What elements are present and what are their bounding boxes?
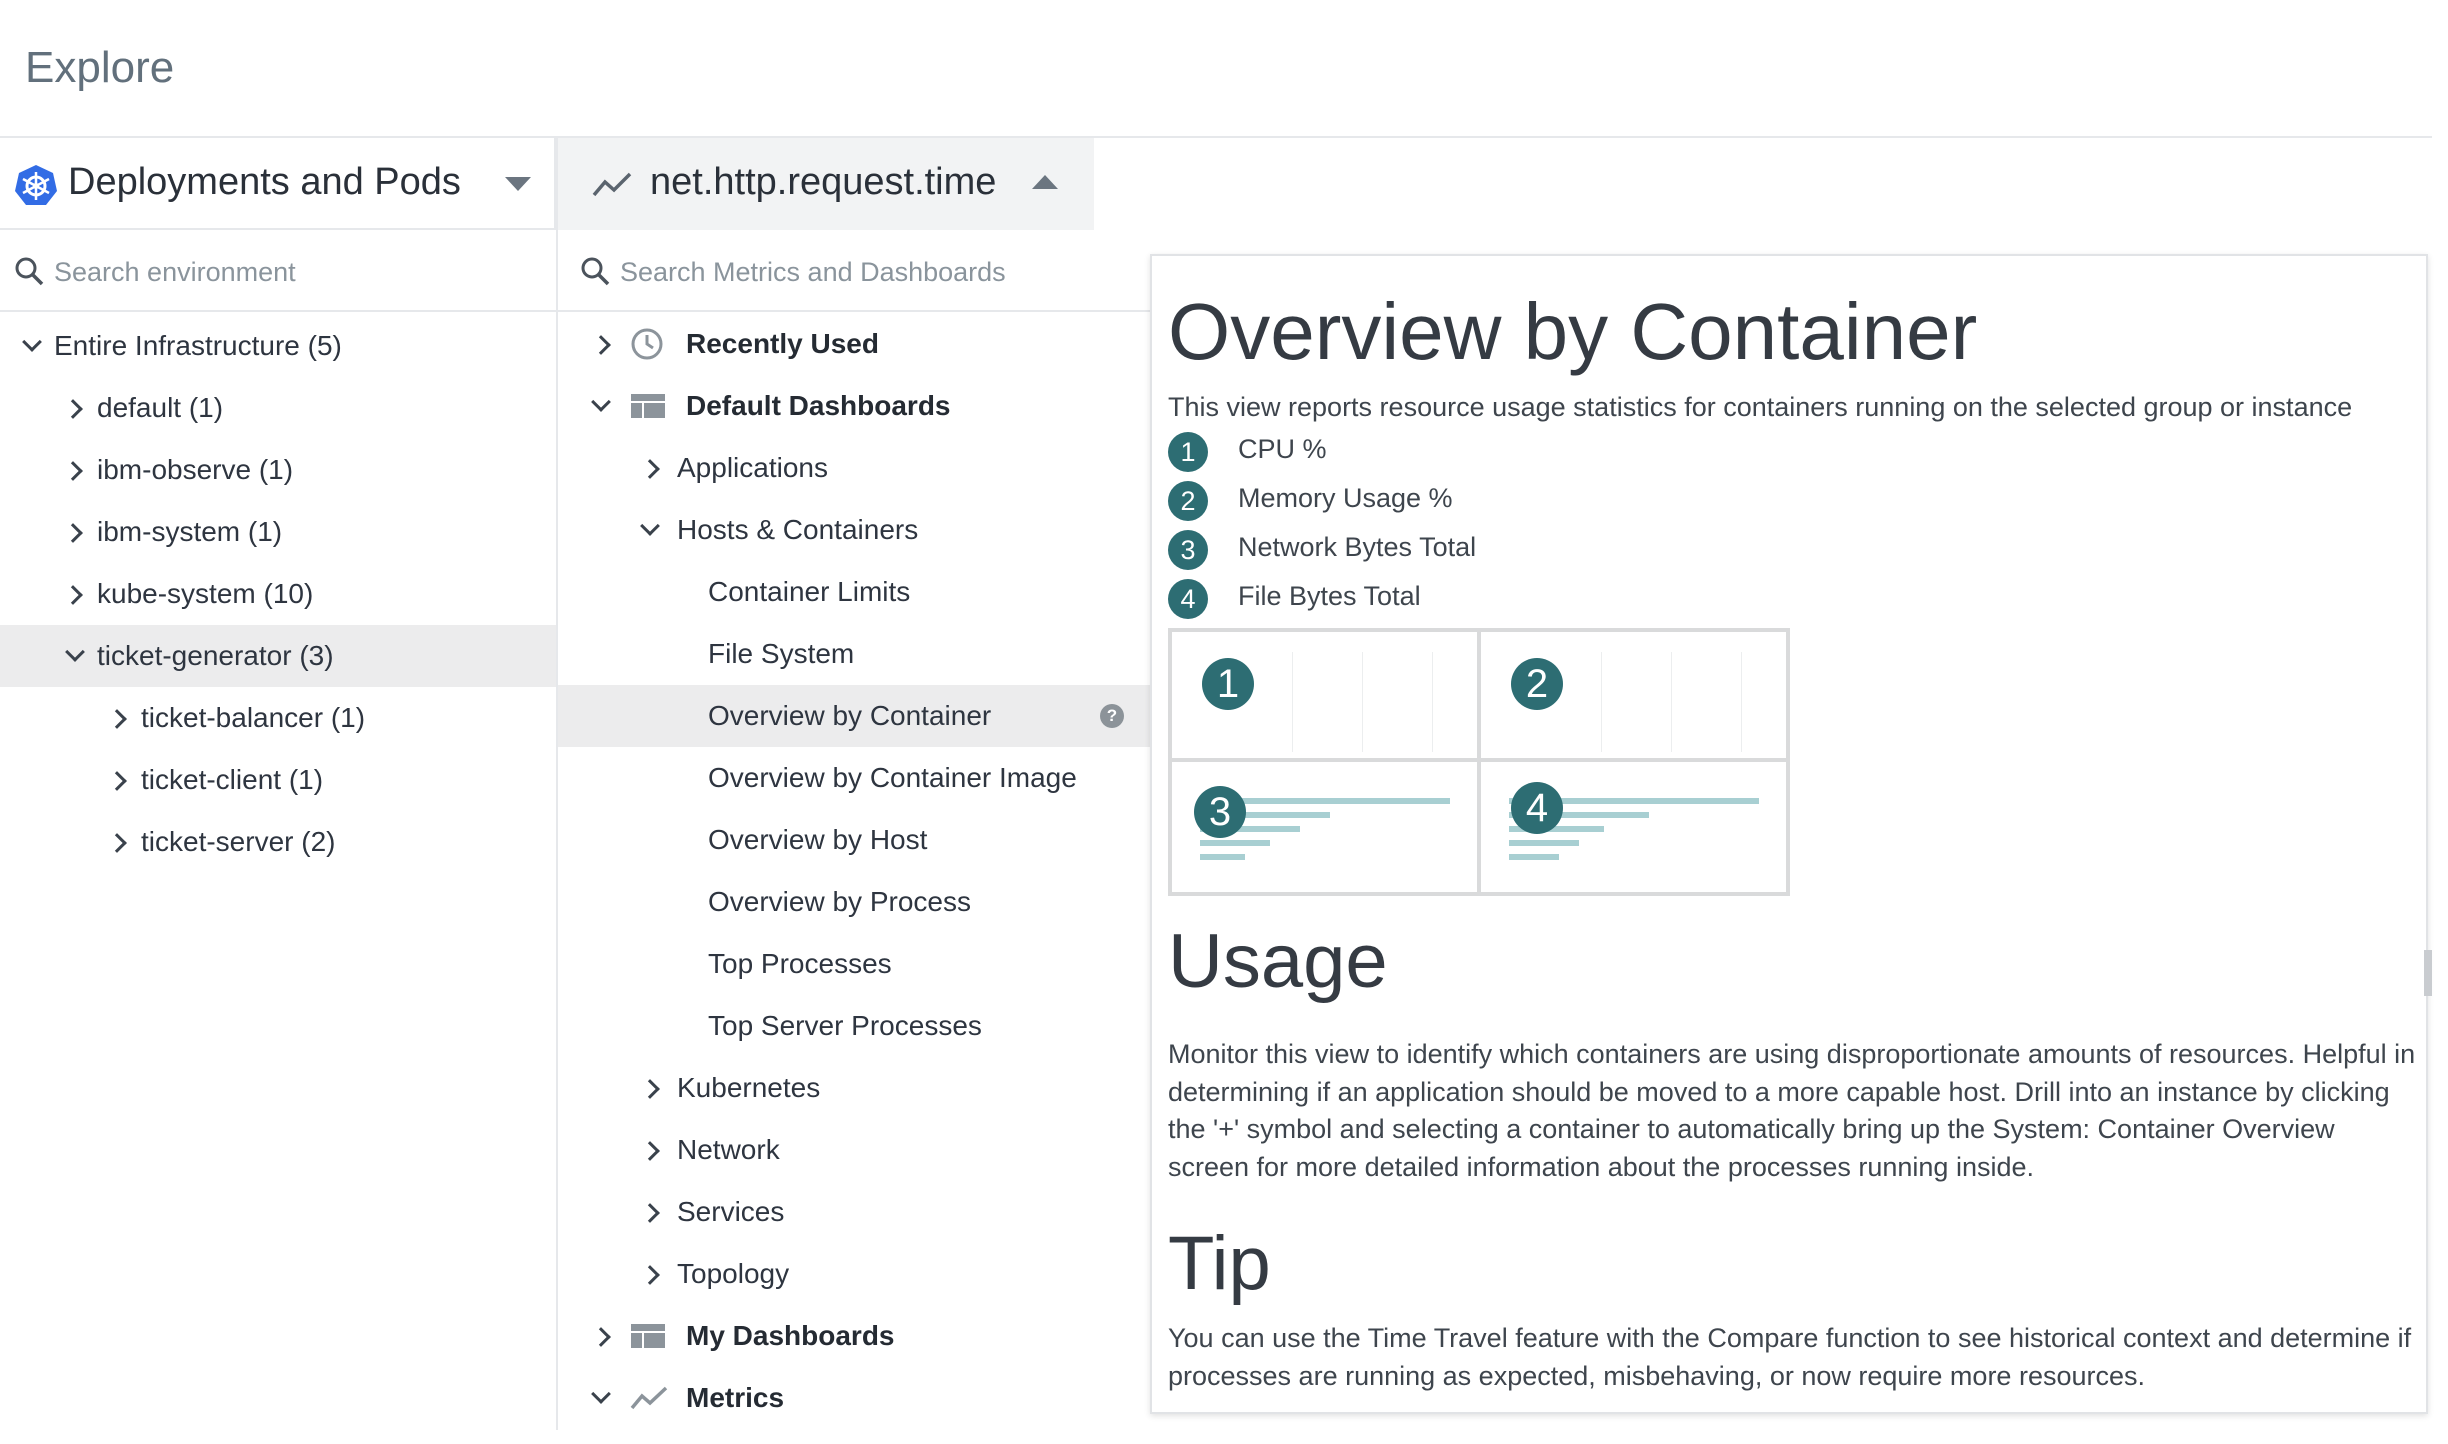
number-badge: 1 [1168, 432, 1208, 472]
dashboard-item-top-server-processes[interactable]: Top Server Processes [558, 995, 1150, 1057]
number-badge: 2 [1511, 658, 1563, 710]
chevron-right-icon[interactable] [591, 1327, 611, 1347]
tip-text: You can use the Time Travel feature with… [1168, 1323, 2412, 1391]
dashboard-icon [631, 1324, 665, 1348]
dashboard-item-container-limits[interactable]: Container Limits [558, 561, 1150, 623]
tree-item-network[interactable]: Network [558, 1119, 1150, 1181]
environment-search-input[interactable] [54, 254, 534, 290]
tree-item-topology[interactable]: Topology [558, 1243, 1150, 1305]
usage-text: Monitor this view to identify which cont… [1168, 1039, 2416, 1182]
kubernetes-icon [15, 165, 57, 205]
preview-cpu-panel: 1 [1172, 632, 1477, 758]
chevron-down-icon[interactable] [505, 177, 531, 191]
chevron-right-icon[interactable] [107, 771, 127, 791]
chevron-right-icon[interactable] [63, 523, 83, 543]
metric-selector-label: net.http.request.time [650, 161, 997, 203]
dashboard-item-overview-by-host[interactable]: Overview by Host [558, 809, 1150, 871]
preview-memory-panel: 2 [1481, 632, 1786, 758]
clock-icon [631, 328, 663, 360]
tree-item-ticket-generator[interactable]: ticket-generator (3) [0, 625, 556, 687]
tree-item-default[interactable]: default (1) [0, 377, 556, 439]
tree-item-applications[interactable]: Applications [558, 437, 1150, 499]
search-icon [581, 257, 610, 286]
number-badge: 1 [1202, 658, 1254, 710]
number-badge: 4 [1168, 579, 1208, 619]
dashboard-preview-image: 1 2 3 4 [1168, 628, 1790, 896]
tree-item-my-dashboards[interactable]: My Dashboards [558, 1305, 1150, 1367]
chevron-right-icon[interactable] [640, 1265, 660, 1285]
chevron-right-icon[interactable] [63, 461, 83, 481]
tree-item-kube-system[interactable]: kube-system (10) [0, 563, 556, 625]
help-panel: Overview by Container This view reports … [1150, 254, 2428, 1414]
chevron-right-icon[interactable] [63, 399, 83, 419]
dashboard-item-file-system[interactable]: File System [558, 623, 1150, 685]
tree-item-metrics[interactable]: Metrics [558, 1367, 1150, 1429]
number-badge: 2 [1168, 481, 1208, 521]
help-description: This view reports resource usage statist… [1168, 392, 2353, 422]
tree-item-kubernetes[interactable]: Kubernetes [558, 1057, 1150, 1119]
chevron-right-icon[interactable] [591, 335, 611, 355]
tree-item-ibm-observe[interactable]: ibm-observe (1) [0, 439, 556, 501]
search-icon [15, 257, 44, 286]
environment-selector-label: Deployments and Pods [68, 161, 461, 203]
metrics-search [558, 232, 1150, 312]
chevron-right-icon[interactable] [640, 1203, 660, 1223]
chevron-right-icon[interactable] [640, 1141, 660, 1161]
number-badge: 3 [1194, 786, 1246, 838]
metric-line-icon [592, 172, 632, 197]
chevron-down-icon[interactable] [640, 516, 660, 536]
chevron-down-icon[interactable] [65, 642, 85, 662]
chevron-down-icon[interactable] [591, 1384, 611, 1404]
tree-item-default-dashboards[interactable]: Default Dashboards [558, 375, 1150, 437]
metrics-search-input[interactable] [620, 254, 1140, 290]
tree-item-services[interactable]: Services [558, 1181, 1150, 1243]
tree-item-ticket-balancer[interactable]: ticket-balancer (1) [0, 687, 556, 749]
chevron-up-icon[interactable] [1032, 175, 1058, 189]
page-title: Explore [25, 43, 175, 92]
chevron-down-icon[interactable] [22, 332, 42, 352]
help-icon[interactable]: ? [1100, 704, 1124, 728]
help-title: Overview by Container [1168, 287, 1978, 376]
tip-heading: Tip [1168, 1221, 1271, 1306]
tree-item-hosts-containers[interactable]: Hosts & Containers [558, 499, 1150, 561]
chevron-right-icon[interactable] [63, 585, 83, 605]
tree-item-ibm-system[interactable]: ibm-system (1) [0, 501, 556, 563]
chevron-down-icon[interactable] [591, 392, 611, 412]
usage-heading: Usage [1168, 919, 1388, 1004]
dashboard-icon [631, 394, 665, 418]
chevron-right-icon[interactable] [107, 709, 127, 729]
number-badge: 3 [1168, 530, 1208, 570]
dashboard-item-overview-by-container[interactable]: Overview by Container ? [558, 685, 1150, 747]
dashboard-item-overview-by-container-image[interactable]: Overview by Container Image [558, 747, 1150, 809]
chevron-right-icon[interactable] [640, 459, 660, 479]
tree-item-ticket-server[interactable]: ticket-server (2) [0, 811, 556, 873]
preview-file-panel: 4 [1481, 762, 1786, 892]
environment-search [0, 232, 556, 312]
dashboard-item-top-processes[interactable]: Top Processes [558, 933, 1150, 995]
tree-item-recently-used[interactable]: Recently Used [558, 313, 1150, 375]
chevron-right-icon[interactable] [640, 1079, 660, 1099]
metric-line-icon [630, 1386, 668, 1410]
tree-item-ticket-client[interactable]: ticket-client (1) [0, 749, 556, 811]
preview-network-panel: 3 [1172, 762, 1477, 892]
number-badge: 4 [1511, 782, 1563, 834]
chevron-right-icon[interactable] [107, 833, 127, 853]
dashboard-item-overview-by-process[interactable]: Overview by Process [558, 871, 1150, 933]
tree-item-entire-infrastructure[interactable]: Entire Infrastructure (5) [0, 315, 556, 377]
